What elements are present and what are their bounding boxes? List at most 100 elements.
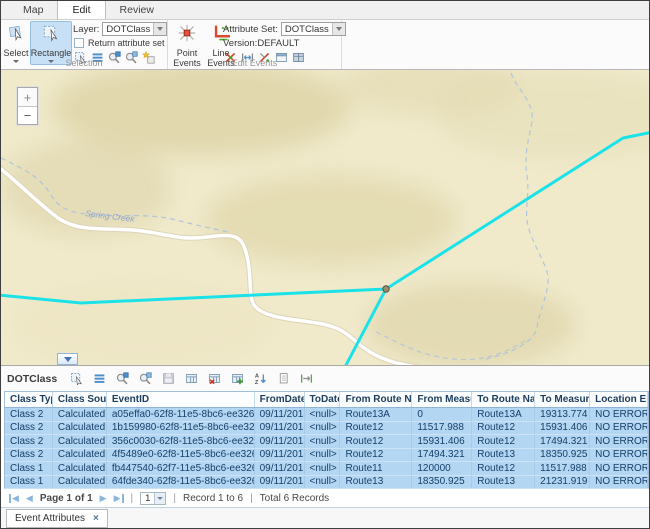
column-header[interactable]: ToDate bbox=[305, 392, 341, 407]
close-icon[interactable]: × bbox=[93, 513, 99, 524]
table-cell[interactable]: Class 2 bbox=[5, 435, 53, 448]
table-row[interactable]: Class 1Calculated64fde340-62f8-11e5-8bc6… bbox=[4, 476, 649, 490]
table-cell[interactable]: Calculated bbox=[53, 449, 107, 462]
page-number-dropdown[interactable]: 1 bbox=[140, 492, 166, 505]
page-number-dropdown-button[interactable] bbox=[154, 493, 165, 504]
table-cell[interactable]: <null> bbox=[305, 462, 341, 475]
pan-to-selected-icon[interactable] bbox=[138, 372, 152, 386]
table-cell[interactable]: NO ERROR bbox=[590, 462, 648, 475]
table-cell[interactable]: 356c0030-62f8-11e5-8bc6-ee32641d5ec9 bbox=[107, 435, 255, 448]
table-row[interactable]: Class 2Calculateda05effa0-62f8-11e5-8bc6… bbox=[4, 408, 649, 422]
table-cell[interactable]: 1b159980-62f8-11e5-8bc6-ee32641d5ec9 bbox=[107, 422, 255, 435]
open-table-icon[interactable] bbox=[184, 372, 198, 386]
add-record-icon[interactable] bbox=[230, 372, 244, 386]
measure-icon[interactable] bbox=[299, 372, 313, 386]
column-header[interactable]: FromDate bbox=[255, 392, 305, 407]
return-attribute-set-checkbox[interactable] bbox=[74, 38, 84, 48]
table-cell[interactable]: 09/11/2015 bbox=[255, 408, 305, 421]
column-header[interactable]: Class Type bbox=[5, 392, 53, 407]
table-cell[interactable]: <null> bbox=[305, 435, 341, 448]
table-cell[interactable]: 15931.406 bbox=[535, 422, 590, 435]
column-header[interactable]: Class Source bbox=[53, 392, 107, 407]
table-cell[interactable]: 09/11/2015 bbox=[255, 476, 305, 489]
table-cell[interactable]: 09/11/2015 bbox=[255, 435, 305, 448]
table-cell[interactable]: Route12 bbox=[340, 435, 412, 448]
table-cell[interactable]: 09/11/2015 bbox=[255, 422, 305, 435]
show-selected-icon[interactable] bbox=[92, 372, 106, 386]
table-cell[interactable]: Route12 bbox=[340, 422, 412, 435]
select-tool-icon[interactable] bbox=[69, 372, 83, 386]
table-cell[interactable]: NO ERROR bbox=[590, 408, 648, 421]
column-header[interactable]: From Route Name bbox=[340, 392, 412, 407]
table-cell[interactable]: 4f5489e0-62f8-11e5-8bc6-ee32641d5ec9 bbox=[107, 449, 255, 462]
table-cell[interactable]: 21231.919 bbox=[535, 476, 590, 489]
attribute-set-dropdown-button[interactable] bbox=[332, 23, 345, 35]
table-cell[interactable]: Route13 bbox=[340, 476, 412, 489]
table-cell[interactable]: Route13 bbox=[472, 476, 535, 489]
table-cell[interactable]: Class 2 bbox=[5, 449, 53, 462]
ribbon-tab-map[interactable]: Map bbox=[9, 0, 57, 19]
layer-dropdown[interactable]: DOTClass bbox=[102, 22, 167, 36]
table-cell[interactable]: NO ERROR bbox=[590, 435, 648, 448]
last-page-icon[interactable]: ▶ bbox=[114, 494, 124, 503]
delete-record-icon[interactable] bbox=[207, 372, 221, 386]
save-icon[interactable] bbox=[161, 372, 175, 386]
copy-record-icon[interactable] bbox=[276, 372, 290, 386]
table-cell[interactable]: <null> bbox=[305, 422, 341, 435]
table-cell[interactable]: Class 1 bbox=[5, 462, 53, 475]
table-cell[interactable]: 11517.988 bbox=[412, 422, 472, 435]
table-cell[interactable]: 0 bbox=[412, 408, 472, 421]
previous-page-icon[interactable]: ◀ bbox=[26, 494, 33, 503]
table-cell[interactable]: Route12 bbox=[472, 462, 535, 475]
table-row[interactable]: Class 1Calculatedfb447540-62f7-11e5-8bc6… bbox=[4, 462, 649, 476]
table-cell[interactable]: a05effa0-62f8-11e5-8bc6-ee32641d5ec9 bbox=[107, 408, 255, 421]
table-cell[interactable]: Route11 bbox=[340, 462, 412, 475]
table-cell[interactable]: Route13A bbox=[472, 408, 535, 421]
zoom-in-button[interactable]: + bbox=[18, 88, 37, 106]
column-header[interactable]: To Route Name bbox=[472, 392, 535, 407]
next-page-icon[interactable]: ▶ bbox=[100, 494, 107, 503]
table-cell[interactable]: Calculated bbox=[53, 435, 107, 448]
ribbon-tab-review[interactable]: Review bbox=[106, 0, 168, 19]
table-cell[interactable]: 18350.925 bbox=[412, 476, 472, 489]
table-cell[interactable]: Class 2 bbox=[5, 408, 53, 421]
zoom-to-selected-icon[interactable] bbox=[115, 372, 129, 386]
table-cell[interactable]: 64fde340-62f8-11e5-8bc6-ee32641d5ec9 bbox=[107, 476, 255, 489]
table-cell[interactable]: 120000 bbox=[412, 462, 472, 475]
route-junction-marker[interactable] bbox=[383, 286, 389, 292]
table-cell[interactable]: 19313.774 bbox=[535, 408, 590, 421]
panel-collapse-button[interactable] bbox=[57, 353, 78, 365]
table-cell[interactable]: Class 1 bbox=[5, 476, 53, 489]
table-row[interactable]: Class 2Calculated1b159980-62f8-11e5-8bc6… bbox=[4, 422, 649, 436]
table-cell[interactable]: 11517.988 bbox=[535, 462, 590, 475]
table-cell[interactable]: 09/11/2015 bbox=[255, 462, 305, 475]
tab-event-attributes[interactable]: Event Attributes × bbox=[6, 509, 108, 528]
table-cell[interactable]: Route13 bbox=[472, 449, 535, 462]
map-canvas[interactable]: Spring Creek + − bbox=[1, 70, 649, 365]
zoom-out-button[interactable]: − bbox=[18, 106, 37, 124]
table-cell[interactable]: fb447540-62f7-11e5-8bc6-ee32641d5ec9 bbox=[107, 462, 255, 475]
table-cell[interactable]: NO ERROR bbox=[590, 476, 648, 489]
table-cell[interactable]: NO ERROR bbox=[590, 422, 648, 435]
table-cell[interactable]: Route12 bbox=[472, 422, 535, 435]
layer-dropdown-button[interactable] bbox=[153, 23, 166, 35]
table-cell[interactable]: Route13A bbox=[340, 408, 412, 421]
table-cell[interactable]: Calculated bbox=[53, 476, 107, 489]
column-header[interactable]: To Measure bbox=[535, 392, 590, 407]
table-cell[interactable]: 09/11/2015 bbox=[255, 449, 305, 462]
ribbon-tab-edit[interactable]: Edit bbox=[57, 0, 105, 19]
table-cell[interactable]: 17494.321 bbox=[535, 435, 590, 448]
table-cell[interactable]: Calculated bbox=[53, 422, 107, 435]
column-header[interactable]: Location Error bbox=[590, 392, 648, 407]
table-cell[interactable]: <null> bbox=[305, 476, 341, 489]
table-cell[interactable]: 17494.321 bbox=[412, 449, 472, 462]
table-cell[interactable]: Calculated bbox=[53, 408, 107, 421]
first-page-icon[interactable]: ◀ bbox=[9, 494, 19, 503]
table-cell[interactable]: Route12 bbox=[472, 435, 535, 448]
table-cell[interactable]: 18350.925 bbox=[535, 449, 590, 462]
table-cell[interactable]: Class 2 bbox=[5, 422, 53, 435]
table-cell[interactable]: NO ERROR bbox=[590, 449, 648, 462]
table-row[interactable]: Class 2Calculated356c0030-62f8-11e5-8bc6… bbox=[4, 435, 649, 449]
table-cell[interactable]: 15931.406 bbox=[412, 435, 472, 448]
sort-icon[interactable]: AZ bbox=[253, 372, 267, 386]
